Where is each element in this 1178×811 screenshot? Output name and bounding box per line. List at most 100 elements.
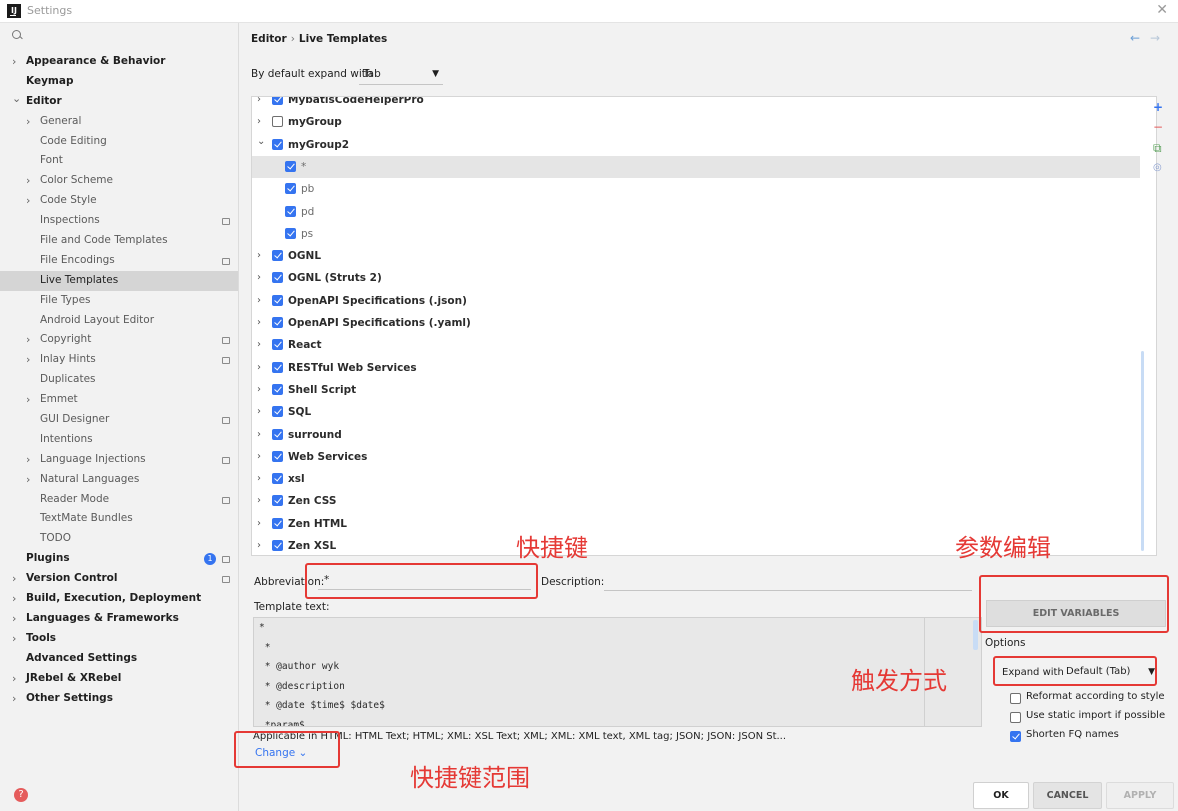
sidebar-item[interactable]: GUI Designer (0, 410, 238, 430)
chevron-right-icon[interactable]: › (12, 629, 16, 649)
template-group-row[interactable]: › OGNL (Struts 2) (252, 267, 1140, 289)
chevron-right-icon[interactable]: › (257, 490, 261, 512)
option-checkbox[interactable] (1010, 731, 1021, 742)
template-group-row[interactable]: › RESTful Web Services (252, 357, 1140, 379)
ok-button[interactable]: OK (973, 782, 1029, 809)
chevron-right-icon[interactable]: › (257, 379, 261, 401)
template-group-row[interactable]: ⌄ myGroup2 (252, 134, 1140, 156)
back-arrow-icon[interactable]: ← (1130, 31, 1140, 45)
template-checkbox[interactable] (272, 428, 283, 440)
sidebar-item[interactable]: › Language Injections (0, 450, 238, 470)
sidebar-item[interactable]: › Languages & Frameworks (0, 609, 238, 629)
template-checkbox[interactable] (272, 317, 283, 328)
option-checkbox[interactable] (1010, 693, 1021, 704)
template-row[interactable]: * (252, 155, 1140, 178)
sidebar-item[interactable]: › Other Settings (0, 689, 238, 709)
sidebar-item[interactable]: › Emmet (0, 390, 238, 410)
expand-default-dropdown[interactable]: Tab ▼ (359, 64, 443, 85)
sidebar-item[interactable]: Plugins 1 (0, 549, 238, 569)
sidebar-item[interactable]: › General (0, 112, 238, 132)
template-group-row[interactable]: › SQL (252, 401, 1140, 423)
chevron-right-icon[interactable]: › (26, 470, 30, 490)
sidebar-item[interactable]: › JRebel & XRebel (0, 669, 238, 689)
chevron-right-icon[interactable]: › (12, 589, 16, 609)
template-row[interactable]: ps (252, 223, 1140, 245)
template-group-row[interactable]: › surround (252, 424, 1140, 446)
template-checkbox[interactable] (272, 272, 283, 284)
sidebar-item[interactable]: › Appearance & Behavior (0, 52, 238, 72)
template-checkbox[interactable] (285, 160, 296, 172)
sidebar-item[interactable]: Android Layout Editor (0, 311, 238, 331)
help-icon[interactable]: ? (14, 788, 28, 802)
sidebar-item[interactable]: Inspections (0, 211, 238, 231)
template-checkbox[interactable] (272, 517, 283, 529)
sidebar-item[interactable]: Reader Mode (0, 490, 238, 510)
template-checkbox[interactable] (272, 383, 283, 395)
template-group-row[interactable]: › Web Services (252, 446, 1140, 468)
template-group-row[interactable]: › OpenAPI Specifications (.json) (252, 290, 1140, 312)
sidebar-item[interactable]: › Natural Languages (0, 470, 238, 490)
template-group-row[interactable]: › Shell Script (252, 379, 1140, 401)
chevron-right-icon[interactable]: › (257, 401, 261, 423)
chevron-right-icon[interactable]: › (12, 52, 16, 72)
template-group-row[interactable]: › OpenAPI Specifications (.yaml) (252, 312, 1140, 334)
chevron-right-icon[interactable]: › (257, 357, 261, 379)
sidebar-item[interactable]: › Version Control (0, 569, 238, 589)
chevron-right-icon[interactable]: › (257, 334, 261, 356)
chevron-right-icon[interactable]: › (26, 330, 30, 350)
template-checkbox[interactable] (285, 227, 296, 239)
template-checkbox[interactable] (285, 205, 296, 217)
sidebar-item[interactable]: File Encodings (0, 251, 238, 271)
description-input[interactable] (604, 570, 972, 591)
templates-scrollbar[interactable] (1141, 351, 1144, 551)
template-group-row[interactable]: › Zen CSS (252, 490, 1140, 512)
remove-icon[interactable]: − (1153, 120, 1163, 134)
template-checkbox[interactable] (272, 450, 283, 462)
template-checkbox[interactable] (285, 183, 296, 195)
chevron-right-icon[interactable]: › (257, 290, 261, 312)
sidebar-item[interactable]: Intentions (0, 430, 238, 450)
sidebar-item[interactable]: › Tools (0, 629, 238, 649)
restore-icon[interactable]: ◎ (1153, 162, 1162, 173)
chevron-right-icon[interactable]: › (26, 191, 30, 211)
chevron-right-icon[interactable]: › (26, 350, 30, 370)
chevron-right-icon[interactable]: › (257, 245, 261, 267)
chevron-right-icon[interactable]: › (26, 450, 30, 470)
chevron-down-icon[interactable]: ⌄ (12, 89, 21, 109)
template-checkbox[interactable] (272, 294, 283, 306)
editor-scrollbar[interactable] (973, 620, 978, 650)
chevron-right-icon[interactable]: › (26, 390, 30, 410)
add-icon[interactable]: + (1153, 100, 1163, 114)
close-icon[interactable]: ✕ (1156, 2, 1168, 18)
sidebar-item[interactable]: Duplicates (0, 370, 238, 390)
sidebar-item[interactable]: Font (0, 151, 238, 171)
settings-search[interactable] (0, 23, 238, 49)
sidebar-item[interactable]: Live Templates (0, 270, 238, 291)
sidebar-item[interactable]: File Types (0, 291, 238, 311)
template-row[interactable]: pb (252, 178, 1140, 200)
sidebar-item[interactable]: › Color Scheme (0, 171, 238, 191)
template-checkbox[interactable] (272, 540, 283, 551)
sidebar-item[interactable]: › Build, Execution, Deployment (0, 589, 238, 609)
template-checkbox[interactable] (272, 495, 283, 507)
chevron-down-icon[interactable]: ⌄ (257, 131, 265, 153)
template-checkbox[interactable] (272, 250, 283, 262)
chevron-right-icon[interactable]: › (12, 569, 16, 589)
cancel-button[interactable]: CANCEL (1033, 782, 1102, 809)
template-group-row[interactable]: › OGNL (252, 245, 1140, 267)
sidebar-item[interactable]: Keymap (0, 72, 238, 92)
chevron-right-icon[interactable]: › (12, 689, 16, 709)
sidebar-item[interactable]: Advanced Settings (0, 649, 238, 669)
chevron-right-icon[interactable]: › (257, 513, 261, 535)
chevron-right-icon[interactable]: › (257, 535, 261, 555)
template-checkbox[interactable] (272, 138, 283, 150)
chevron-right-icon[interactable]: › (257, 446, 261, 468)
template-checkbox[interactable] (272, 406, 283, 418)
sidebar-item[interactable]: › Code Style (0, 191, 238, 211)
template-checkbox[interactable] (272, 361, 283, 373)
sidebar-item[interactable]: › Copyright (0, 330, 238, 350)
chevron-right-icon[interactable]: › (12, 669, 16, 689)
chevron-right-icon[interactable]: › (257, 424, 261, 446)
sidebar-item[interactable]: ⌄ Editor (0, 92, 238, 112)
forward-arrow-icon[interactable]: → (1150, 31, 1160, 45)
